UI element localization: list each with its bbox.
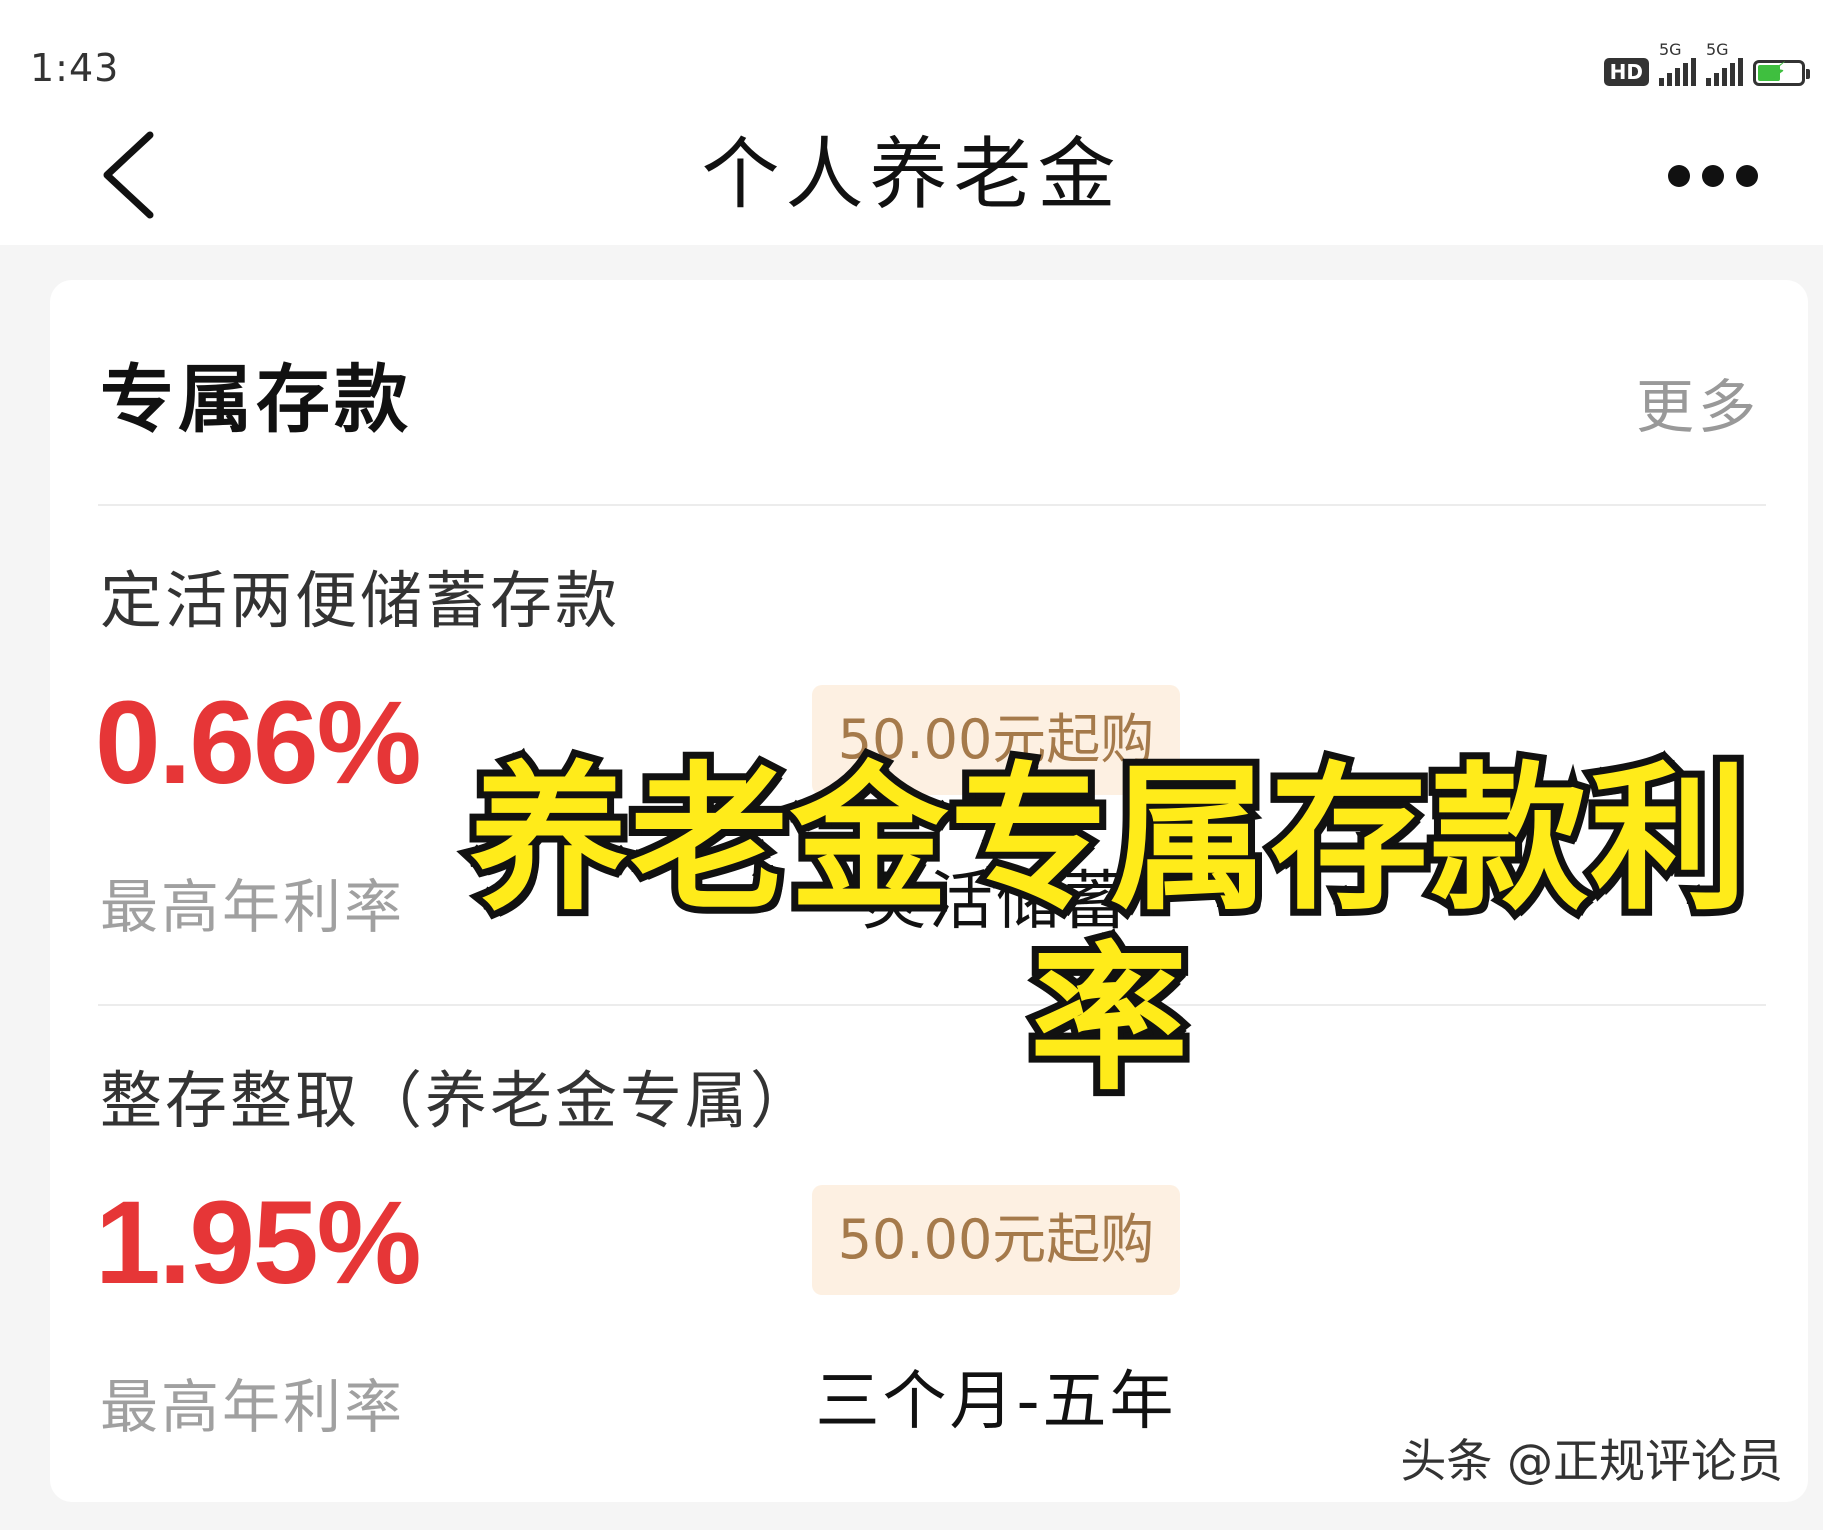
nav-bar: 个人养老金	[0, 110, 1823, 245]
battery-icon: ⚡	[1753, 57, 1810, 86]
rate-label: 最高年利率	[100, 1373, 406, 1441]
signal-1-label: 5G	[1659, 40, 1682, 59]
product-rate: 0.66%	[95, 677, 422, 809]
product-term: 三个月-五年	[815, 1365, 1177, 1439]
product-rate: 1.95%	[95, 1177, 422, 1309]
status-icons: HD 5G 5G ⚡	[1603, 40, 1810, 86]
signal-2-icon: 5G	[1706, 40, 1743, 86]
signal-2-label: 5G	[1706, 40, 1729, 59]
divider	[98, 504, 1766, 506]
more-link[interactable]: 更多	[1636, 360, 1760, 444]
rate-label: 最高年利率	[100, 873, 406, 941]
page-title: 个人养老金	[701, 130, 1122, 220]
section-title: 专属存款	[100, 357, 412, 443]
signal-1-icon: 5G	[1659, 40, 1696, 86]
hd-icon: HD	[1603, 58, 1649, 86]
watermark: 头条 @正规评论员	[1400, 1434, 1783, 1488]
min-amount-badge: 50.00元起购	[812, 1185, 1180, 1295]
status-time: 1:43	[30, 46, 120, 90]
more-dots-icon[interactable]	[1668, 165, 1758, 187]
product-name: 定活两便储蓄存款	[100, 564, 621, 637]
overlay-caption: 养老金专属存款利率	[463, 743, 1755, 1117]
